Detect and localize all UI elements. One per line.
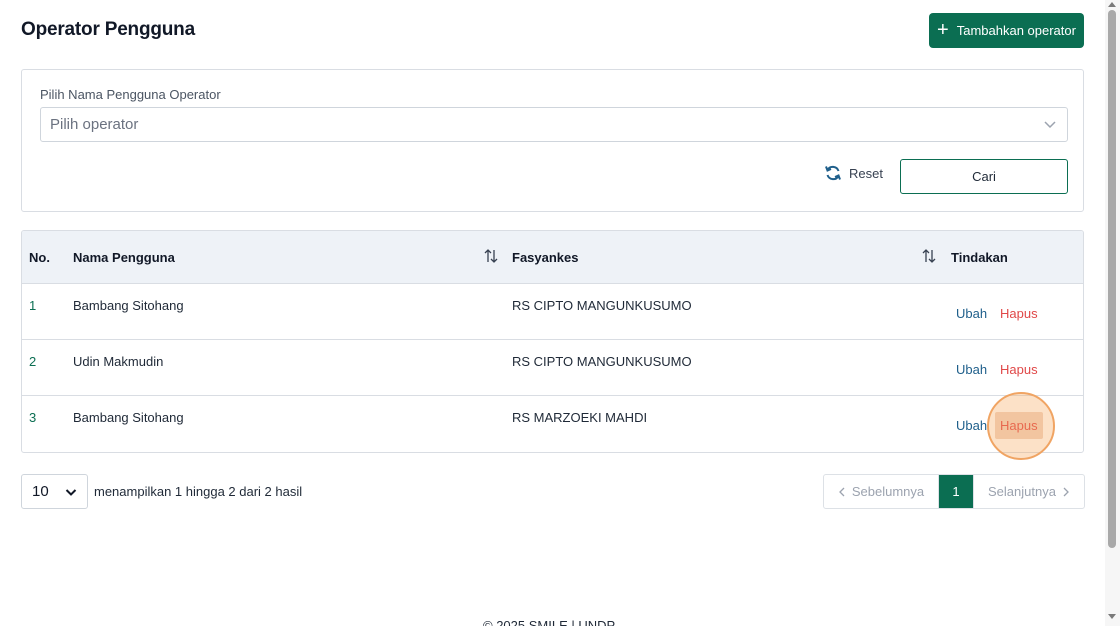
column-header-name: Nama Pengguna [73, 250, 175, 265]
row-facility: RS CIPTO MANGUNKUSUMO [512, 298, 692, 313]
search-button[interactable]: Cari [900, 159, 1068, 194]
table-row: 3 Bambang Sitohang RS MARZOEKI MAHDI Uba… [22, 396, 1083, 452]
plus-icon: + [937, 18, 949, 41]
previous-page-button[interactable]: Sebelumnya [824, 475, 939, 508]
column-header-actions: Tindakan [951, 250, 1008, 265]
table-header: No. Nama Pengguna Fasyankes Tindakan [22, 231, 1083, 284]
row-number: 2 [29, 354, 37, 369]
chevron-right-icon [1063, 487, 1069, 496]
operator-select[interactable]: Pilih operator [40, 107, 1068, 142]
row-number: 3 [29, 410, 37, 425]
delete-link[interactable]: Hapus [1000, 362, 1038, 377]
delete-link[interactable]: Hapus [1000, 306, 1038, 321]
operator-table: No. Nama Pengguna Fasyankes Tindakan 1 B… [21, 230, 1084, 453]
edit-link[interactable]: Ubah [956, 362, 987, 377]
scroll-up-arrow[interactable] [1108, 2, 1116, 7]
page-button-current[interactable]: 1 [939, 475, 973, 508]
page-size-select[interactable]: 10 [21, 474, 88, 509]
sort-facility-icon[interactable] [922, 248, 936, 264]
row-facility: RS MARZOEKI MAHDI [512, 410, 648, 425]
previous-page-label: Sebelumnya [851, 484, 925, 499]
add-operator-label: Tambahkan operator [956, 23, 1076, 38]
column-header-facility: Fasyankes [512, 250, 579, 265]
chevron-down-icon [1044, 121, 1056, 129]
operator-filter-label: Pilih Nama Pengguna Operator [40, 87, 221, 102]
delete-link[interactable]: Hapus [995, 412, 1043, 439]
pagination: Sebelumnya 1 Selanjutnya [823, 474, 1085, 509]
filter-card: Pilih Nama Pengguna Operator Pilih opera… [21, 69, 1084, 212]
reset-label: Reset [849, 165, 883, 181]
row-name: Bambang Sitohang [73, 298, 184, 313]
table-row: 2 Udin Makmudin RS CIPTO MANGUNKUSUMO Ub… [22, 340, 1083, 396]
chevron-down-icon [65, 489, 77, 496]
edit-link[interactable]: Ubah [956, 306, 987, 321]
row-number: 1 [29, 298, 37, 313]
edit-link[interactable]: Ubah [956, 418, 987, 433]
results-summary: menampilkan 1 hingga 2 dari 2 hasil [94, 484, 303, 499]
add-operator-button[interactable]: + Tambahkan operator [929, 13, 1084, 48]
row-name: Udin Makmudin [73, 354, 164, 369]
reset-button[interactable]: Reset [824, 164, 883, 182]
operator-select-placeholder: Pilih operator [50, 116, 139, 133]
vertical-scrollbar[interactable] [1105, 0, 1120, 626]
column-header-no: No. [29, 250, 50, 265]
row-facility: RS CIPTO MANGUNKUSUMO [512, 354, 692, 369]
row-name: Bambang Sitohang [73, 410, 184, 425]
chevron-left-icon [838, 487, 845, 496]
table-row: 1 Bambang Sitohang RS CIPTO MANGUNKUSUMO… [22, 284, 1083, 340]
page-size-value: 10 [32, 483, 49, 500]
scroll-down-arrow[interactable] [1108, 614, 1116, 619]
footer-copyright: © 2025 SMILE | UNDP [483, 618, 616, 626]
next-page-label: Selanjutnya [988, 484, 1056, 499]
scroll-thumb[interactable] [1108, 10, 1116, 548]
next-page-button[interactable]: Selanjutnya [973, 475, 1084, 508]
refresh-icon [825, 165, 841, 181]
sort-name-icon[interactable] [484, 248, 498, 264]
page-title: Operator Pengguna [21, 19, 195, 40]
